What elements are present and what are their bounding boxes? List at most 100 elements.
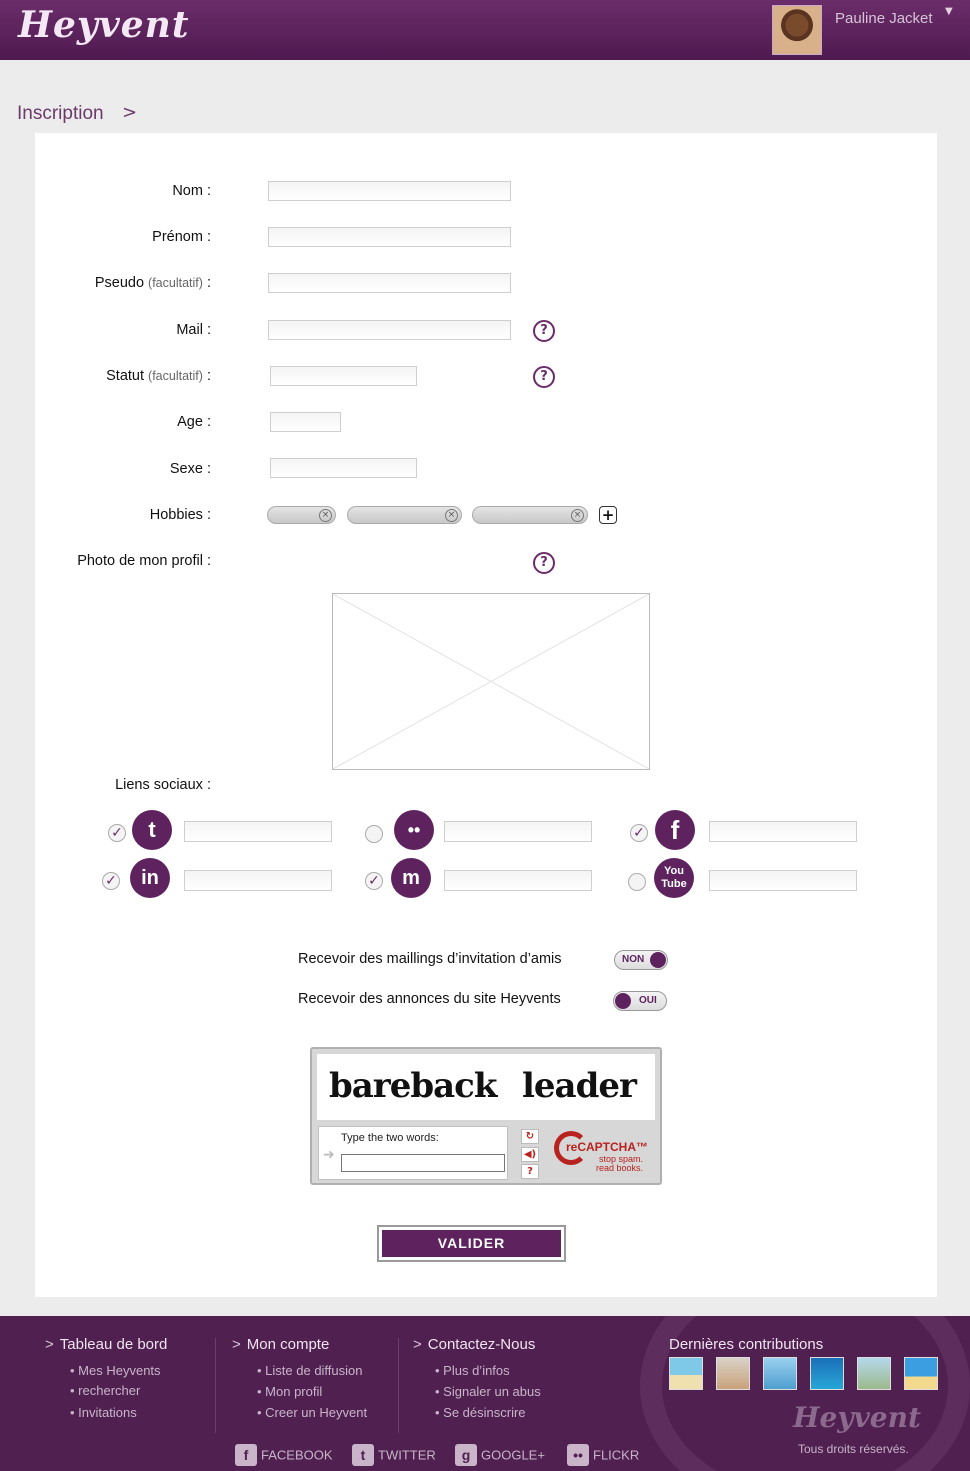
remove-hobby-icon[interactable]: ×	[445, 509, 458, 522]
label-nom: Nom :	[172, 183, 211, 199]
footer-link[interactable]: • Mon profil	[257, 1384, 322, 1399]
label-statut: Statut (facultatif) :	[106, 368, 211, 384]
image-placeholder-icon	[333, 594, 649, 769]
nom-input[interactable]	[268, 181, 511, 201]
footer-link[interactable]: • Mes Heyvents	[70, 1363, 161, 1378]
site-logo[interactable]: Heyvent	[18, 4, 189, 46]
myspace-icon: m	[391, 858, 431, 898]
footer-googleplus-link[interactable]: g GOOGLE+	[455, 1444, 545, 1466]
validate-button[interactable]: VALIDER	[377, 1225, 566, 1262]
toggle-knob	[650, 952, 666, 968]
top-bar: Heyvent Pauline Jacket ▼	[0, 0, 970, 60]
linkedin-input[interactable]	[184, 870, 332, 891]
label-sexe: Sexe :	[169, 461, 211, 477]
announcements-label: Recevoir des annonces du site Heyvents	[298, 991, 561, 1007]
facebook-input[interactable]	[709, 821, 857, 842]
footer: > Tableau de bord • Mes Heyvents • recher…	[0, 1316, 970, 1471]
photo-help-icon[interactable]: ?	[533, 552, 555, 574]
hobby-tag[interactable]: ×	[472, 506, 588, 524]
arrow-right-icon: ➜	[323, 1147, 335, 1163]
prenom-input[interactable]	[268, 227, 511, 247]
toggle-knob	[615, 993, 631, 1009]
twitter-input[interactable]	[184, 821, 332, 842]
google-plus-icon: g	[455, 1444, 477, 1466]
captcha-input[interactable]	[341, 1154, 505, 1172]
facebook-icon: f	[655, 810, 695, 850]
remove-hobby-icon[interactable]: ×	[571, 509, 584, 522]
footer-link[interactable]: • Invitations	[70, 1405, 137, 1420]
footer-facebook-link[interactable]: f FACEBOOK	[235, 1444, 333, 1466]
flickr-input[interactable]	[444, 821, 592, 842]
label-social: Liens sociaux :	[115, 777, 211, 793]
validate-button-label: VALIDER	[382, 1230, 561, 1257]
recaptcha-tagline: stop spam. read books.	[596, 1154, 644, 1173]
footer-link[interactable]: • Liste de diffusion	[257, 1363, 363, 1378]
audio-icon[interactable]: ◀)	[521, 1147, 539, 1162]
footer-link[interactable]: • Se désinscrire	[435, 1405, 526, 1420]
remove-hobby-icon[interactable]: ×	[319, 509, 332, 522]
statut-help-icon[interactable]: ?	[533, 366, 555, 388]
footer-divider	[398, 1338, 399, 1433]
contribution-thumbnail[interactable]	[716, 1357, 750, 1390]
user-avatar[interactable]	[772, 5, 822, 55]
flickr-icon: ••	[567, 1444, 589, 1466]
captcha-prompt: Type the two words:	[341, 1132, 439, 1144]
profile-photo-placeholder[interactable]	[332, 593, 650, 770]
help-icon[interactable]: ?	[521, 1164, 539, 1179]
footer-link[interactable]: • rechercher	[70, 1383, 140, 1398]
facebook-checkbox[interactable]: ✓	[630, 824, 648, 842]
refresh-icon[interactable]: ↻	[521, 1129, 539, 1144]
recaptcha-widget: bareback leader Type the two words: ➜ ↻ …	[310, 1047, 662, 1185]
invitations-toggle[interactable]: NON	[614, 950, 668, 970]
myspace-checkbox[interactable]: ✓	[365, 872, 383, 890]
label-mail: Mail :	[176, 322, 211, 338]
recaptcha-logo: reCAPTCHA™ stop spam. read books.	[554, 1129, 662, 1179]
sexe-input[interactable]	[270, 458, 417, 478]
breadcrumb-inscription[interactable]: Inscription	[17, 103, 104, 125]
toggle-state-label: NON	[622, 954, 645, 965]
footer-flickr-link[interactable]: •• FLICKR	[567, 1444, 639, 1466]
hobby-tag[interactable]: ×	[267, 506, 336, 524]
footer-twitter-link[interactable]: t TWITTER	[352, 1444, 436, 1466]
contributions-title: Dernières contributions	[669, 1336, 824, 1353]
youtube-icon: You Tube	[654, 858, 694, 898]
chevron-right-icon: >	[232, 1336, 241, 1353]
user-menu-caret-icon[interactable]: ▼	[945, 6, 953, 17]
user-name[interactable]: Pauline Jacket	[835, 10, 933, 27]
footer-link[interactable]: • Plus d’infos	[435, 1363, 510, 1378]
linkedin-checkbox[interactable]: ✓	[102, 872, 120, 890]
twitter-icon: t	[132, 810, 172, 850]
contribution-thumbnail[interactable]	[669, 1357, 703, 1390]
captcha-image: bareback leader	[317, 1054, 655, 1120]
twitter-checkbox[interactable]: ✓	[108, 824, 126, 842]
chevron-right-icon: >	[122, 102, 138, 123]
statut-input[interactable]	[270, 366, 417, 386]
age-input[interactable]	[270, 412, 341, 432]
footer-col-account[interactable]: > Mon compte	[232, 1336, 329, 1353]
contribution-thumbnail[interactable]	[904, 1357, 938, 1390]
contribution-thumbnail[interactable]	[857, 1357, 891, 1390]
contribution-thumbnail[interactable]	[763, 1357, 797, 1390]
captcha-word: leader	[522, 1066, 637, 1106]
copyright: Tous droits réservés.	[798, 1442, 909, 1456]
flickr-icon: ••	[394, 810, 434, 850]
announcements-toggle[interactable]: OUI	[613, 991, 667, 1011]
flickr-checkbox[interactable]	[365, 825, 383, 843]
footer-col-contact[interactable]: > Contactez-Nous	[413, 1336, 535, 1353]
twitter-icon: t	[352, 1444, 374, 1466]
youtube-input[interactable]	[709, 870, 857, 891]
add-hobby-button[interactable]: +	[599, 506, 617, 524]
pseudo-input[interactable]	[268, 273, 511, 293]
contribution-thumbnail[interactable]	[810, 1357, 844, 1390]
footer-link[interactable]: • Signaler un abus	[435, 1384, 541, 1399]
footer-col-dashboard[interactable]: > Tableau de bord	[45, 1336, 167, 1353]
mail-input[interactable]	[268, 320, 511, 340]
mail-help-icon[interactable]: ?	[533, 320, 555, 342]
youtube-checkbox[interactable]	[628, 873, 646, 891]
myspace-input[interactable]	[444, 870, 592, 891]
footer-divider	[215, 1338, 216, 1433]
hobby-tag[interactable]: ×	[347, 506, 462, 524]
label-age: Age :	[177, 414, 211, 430]
footer-link[interactable]: • Creer un Heyvent	[257, 1405, 367, 1420]
footer-logo: Heyvent	[793, 1401, 921, 1434]
